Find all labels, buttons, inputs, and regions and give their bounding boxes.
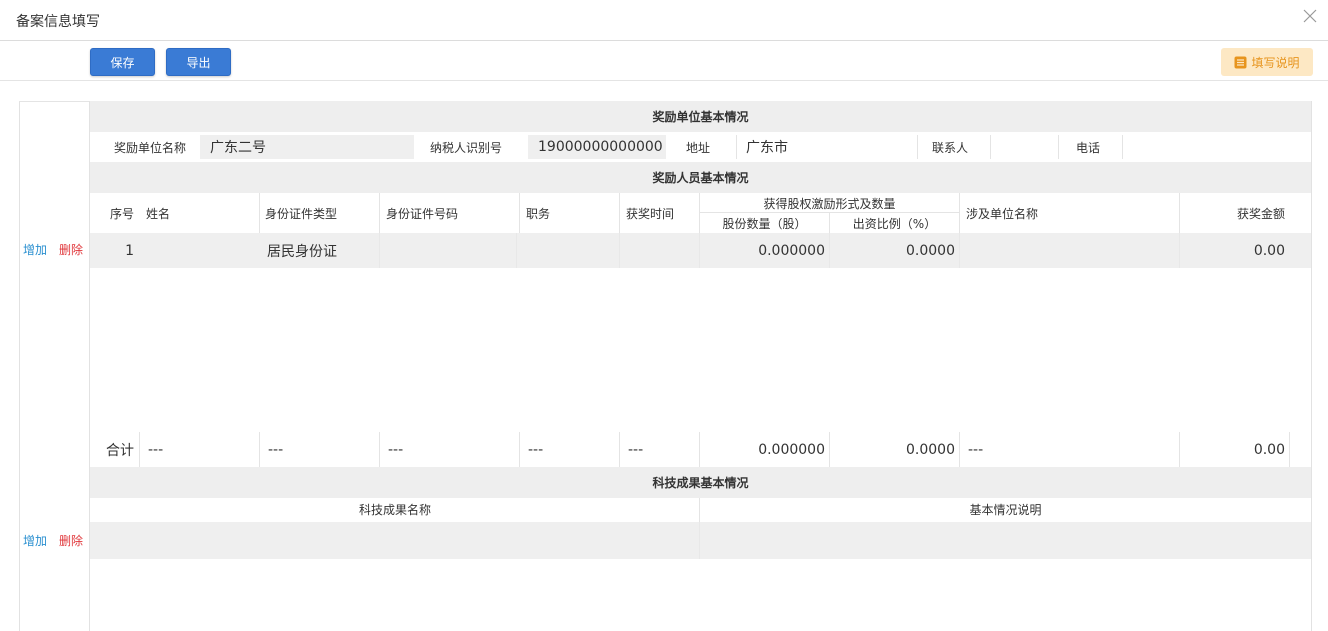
row-award-time[interactable] [626,233,696,268]
row-id-type[interactable]: 居民身份证 [267,233,337,268]
help-button[interactable]: 填写说明 [1221,48,1313,76]
divider [1289,432,1290,467]
add-tech-link[interactable]: 增加 [23,534,47,548]
tech-row-name[interactable] [90,522,699,559]
col-tech-desc: 基本情况说明 [969,502,1042,517]
unit-section-title: 奖励单位基本情况 [90,101,1311,132]
tech-row[interactable] [90,522,1311,559]
col-tech-name: 科技成果名称 [358,502,431,517]
phone-label: 电话 [1076,140,1101,155]
row-amount[interactable]: 0.00 [1180,233,1285,268]
divider [379,193,380,233]
col-award-time: 获奖时间 [626,206,675,221]
tax-id-label: 纳税人识别号 [430,140,503,155]
divider [139,432,140,467]
divider [516,233,517,268]
tax-id-field[interactable]: 19000000000000 [528,135,666,159]
tech-row-desc[interactable] [700,522,1311,559]
close-icon[interactable] [1302,8,1318,24]
row-unit-name[interactable] [966,233,1176,268]
total-position: --- [528,441,544,458]
divider [959,432,960,467]
divider [1058,135,1059,159]
col-amount: 获奖金额 [1236,206,1285,221]
unit-name-field[interactable]: 广东二号 [200,135,414,159]
contact-label: 联系人 [932,140,969,155]
row-name[interactable] [146,233,256,268]
divider [259,432,260,467]
total-id-type: --- [268,441,284,458]
col-unit-name: 涉及单位名称 [966,206,1039,221]
table-row[interactable]: 1 居民身份证 0.000000 0.0000 0.00 [90,233,1311,268]
dialog-titlebar: 备案信息填写 [0,0,1328,41]
divider [959,233,960,268]
col-id-type: 身份证件类型 [265,206,338,221]
divider [379,233,380,268]
col-seq: 序号 [110,206,135,221]
unit-name-label: 奖励单位名称 [114,140,187,155]
total-id-no: --- [388,441,404,458]
total-name: --- [148,441,164,458]
add-person-link[interactable]: 增加 [23,243,47,257]
row-shares[interactable]: 0.000000 [700,233,825,268]
divider [619,193,620,233]
divider [959,193,960,233]
tech-section-title: 科技成果基本情况 [90,467,1311,498]
row-seq: 1 [125,242,134,259]
divider [619,233,620,268]
col-equity-group: 获得股权激励形式及数量 [763,196,896,211]
address-label: 地址 [686,140,711,155]
persons-header-row: 序号 姓名 身份证件类型 身份证件号码 职务 获奖时间 获得股权激励形式及数量 … [90,193,1311,233]
divider [736,135,737,159]
total-unit-name: --- [968,441,984,458]
divider [519,193,520,233]
total-amount: 0.00 [1253,441,1285,458]
action-column: 增加 删除 增加 删除 [19,101,90,631]
total-award-time: --- [628,441,644,458]
col-ratio: 出资比例（%） [852,216,937,231]
col-shares: 股份数量（股） [722,216,807,231]
row-ratio[interactable]: 0.0000 [830,233,955,268]
delete-person-link[interactable]: 删除 [59,243,83,257]
col-name: 姓名 [146,206,171,221]
persons-actions: 增加 删除 [23,241,83,258]
unit-info-row: 奖励单位名称 广东二号 纳税人识别号 19000000000000 地址 广东市… [90,132,1311,162]
divider [519,432,520,467]
list-icon [1234,56,1247,68]
export-button[interactable]: 导出 [166,48,231,76]
frame-border-right [1311,101,1312,631]
total-shares: 0.000000 [758,441,825,458]
help-label: 填写说明 [1251,55,1300,70]
phone-field[interactable] [1123,135,1311,159]
delete-tech-link[interactable]: 删除 [59,534,83,548]
save-button[interactable]: 保存 [90,48,155,76]
total-row: 合计 --- --- --- --- --- 0.000000 0.0000 -… [90,432,1311,467]
total-ratio: 0.0000 [906,441,955,458]
total-label: 合计 [106,442,134,459]
persons-section-title: 奖励人员基本情况 [90,162,1311,193]
address-field[interactable]: 广东市 [746,132,788,162]
divider [619,432,620,467]
tech-actions: 增加 删除 [23,532,83,549]
toolbar: 保存 导出 填写说明 [0,41,1328,81]
contact-field[interactable] [991,135,1058,159]
tech-header-row: 科技成果名称 基本情况说明 [90,498,1311,522]
divider [917,135,918,159]
divider [379,432,380,467]
row-id-no[interactable] [386,233,516,268]
dialog-title: 备案信息填写 [16,14,100,30]
divider [259,193,260,233]
col-position: 职务 [526,206,551,221]
row-position[interactable] [526,233,616,268]
col-id-no: 身份证件号码 [386,206,459,221]
